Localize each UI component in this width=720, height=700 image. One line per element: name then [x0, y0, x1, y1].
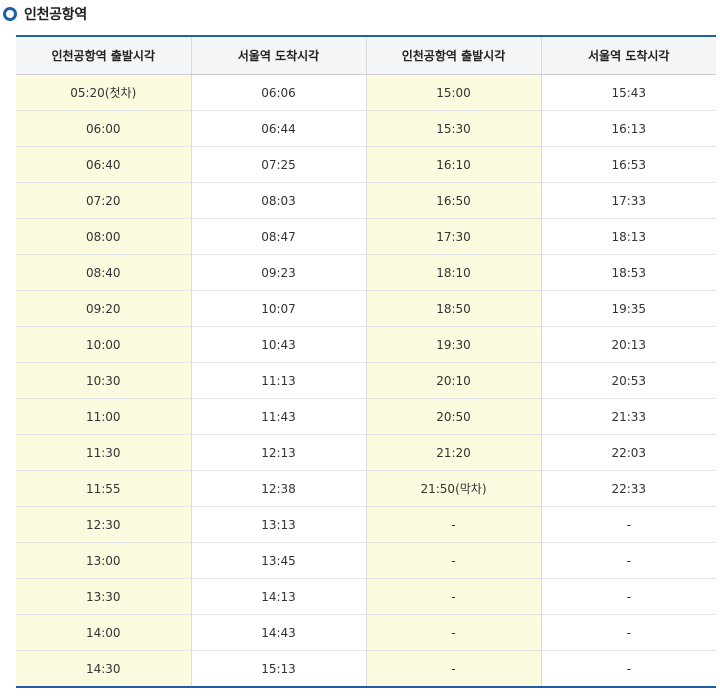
table-row: 14:00 14:43- - — [16, 614, 716, 651]
cell-incheon-departure: 15:30 — [365, 110, 541, 147]
cell-incheon-departure: 15:00 — [365, 74, 541, 111]
cell-seoul-arrival: 22:03 — [540, 434, 716, 471]
cell-incheon-departure: 21:20 — [365, 434, 541, 471]
cell-incheon-departure: 13:30 — [16, 578, 191, 615]
section-title: 인천공항역 — [24, 7, 87, 23]
cell-incheon-departure: - — [365, 542, 541, 579]
table-row: 10:00 10:43 19:30 20:13 — [16, 326, 716, 363]
cell-seoul-arrival: 22:33 — [540, 470, 716, 507]
cell-seoul-arrival: 14:43 — [190, 614, 366, 651]
cell-incheon-departure: 17:30 — [365, 218, 541, 255]
table-row: 05:20(첫차) 06:06 15:00 15:43 — [16, 74, 716, 111]
cell-seoul-arrival: - — [540, 614, 716, 651]
cell-incheon-departure: - — [365, 614, 541, 651]
cell-seoul-arrival: 13:13 — [190, 506, 366, 543]
cell-incheon-departure: - — [365, 650, 541, 687]
timetable-header: 인천공항역 출발시각 서울역 도착시각 인천공항역 출발시각 서울역 도착시각 — [16, 36, 716, 75]
cell-seoul-arrival: 20:53 — [540, 362, 716, 399]
cell-incheon-departure: 14:30 — [16, 650, 191, 687]
cell-seoul-arrival: 10:43 — [190, 326, 366, 363]
cell-incheon-departure: 07:20 — [16, 182, 191, 219]
cell-incheon-departure: 12:30 — [16, 506, 191, 543]
table-row: 06:00 06:44 15:30 16:13 — [16, 110, 716, 147]
cell-incheon-departure: 18:10 — [365, 254, 541, 291]
table-row: 12:30 13:13- - — [16, 506, 716, 543]
cell-seoul-arrival: - — [540, 650, 716, 687]
cell-seoul-arrival: 11:13 — [190, 362, 366, 399]
cell-incheon-departure: 18:50 — [365, 290, 541, 327]
cell-seoul-arrival: 15:43 — [540, 74, 716, 111]
cell-seoul-arrival: 12:13 — [190, 434, 366, 471]
cell-seoul-arrival: 09:23 — [190, 254, 366, 291]
cell-seoul-arrival: 08:03 — [190, 182, 366, 219]
cell-incheon-departure: 06:00 — [16, 110, 191, 147]
cell-incheon-departure: 11:00 — [16, 398, 191, 435]
table-row: 08:00 08:47 17:30 18:13 — [16, 218, 716, 255]
cell-seoul-arrival: - — [540, 542, 716, 579]
cell-incheon-departure: 16:50 — [365, 182, 541, 219]
cell-incheon-departure: 06:40 — [16, 146, 191, 183]
table-row: 11:55 12:38 21:50(막차) 22:33 — [16, 470, 716, 507]
cell-seoul-arrival: 16:13 — [540, 110, 716, 147]
cell-seoul-arrival: 17:33 — [540, 182, 716, 219]
cell-seoul-arrival: 18:53 — [540, 254, 716, 291]
cell-seoul-arrival: 11:43 — [190, 398, 366, 435]
table-row: 13:00 13:45- - — [16, 542, 716, 579]
section-heading: 인천공항역 — [3, 3, 87, 25]
cell-seoul-arrival: - — [540, 578, 716, 615]
cell-incheon-departure: 08:40 — [16, 254, 191, 291]
cell-seoul-arrival: 18:13 — [540, 218, 716, 255]
cell-incheon-departure: 08:00 — [16, 218, 191, 255]
cell-incheon-departure: 19:30 — [365, 326, 541, 363]
cell-incheon-departure: 10:00 — [16, 326, 191, 363]
table-row: 13:30 14:13- - — [16, 578, 716, 615]
cell-incheon-departure: 13:00 — [16, 542, 191, 579]
cell-incheon-departure: 20:50 — [365, 398, 541, 435]
cell-seoul-arrival: 08:47 — [190, 218, 366, 255]
header-row: 인천공항역 출발시각 서울역 도착시각 인천공항역 출발시각 서울역 도착시각 — [16, 36, 716, 75]
table-row: 11:00 11:43 20:50 21:33 — [16, 398, 716, 435]
cell-incheon-departure: 11:30 — [16, 434, 191, 471]
cell-incheon-departure: 09:20 — [16, 290, 191, 327]
table-row: 10:30 11:13 20:10 20:53 — [16, 362, 716, 399]
cell-seoul-arrival: 10:07 — [190, 290, 366, 327]
cell-seoul-arrival: 13:45 — [190, 542, 366, 579]
timetable: 인천공항역 출발시각 서울역 도착시각 인천공항역 출발시각 서울역 도착시각 … — [16, 35, 716, 688]
table-row: 08:40 09:23 18:10 18:53 — [16, 254, 716, 291]
cell-seoul-arrival: 15:13 — [190, 650, 366, 687]
cell-incheon-departure: - — [365, 578, 541, 615]
cell-seoul-arrival: 14:13 — [190, 578, 366, 615]
cell-seoul-arrival: 20:13 — [540, 326, 716, 363]
cell-seoul-arrival: 12:38 — [190, 470, 366, 507]
table-row: 14:30 15:13- - — [16, 650, 716, 687]
cell-seoul-arrival: 21:33 — [540, 398, 716, 435]
cell-seoul-arrival: 16:53 — [540, 146, 716, 183]
cell-incheon-departure: - — [365, 506, 541, 543]
cell-incheon-departure: 05:20(첫차) — [16, 74, 191, 111]
cell-seoul-arrival: 07:25 — [190, 146, 366, 183]
cell-seoul-arrival: 06:06 — [190, 74, 366, 111]
cell-incheon-departure: 21:50(막차) — [365, 470, 541, 507]
cell-incheon-departure: 14:00 — [16, 614, 191, 651]
cell-seoul-arrival: 19:35 — [540, 290, 716, 327]
cell-seoul-arrival: 06:44 — [190, 110, 366, 147]
cell-seoul-arrival: - — [540, 506, 716, 543]
header-seoul-arrival-1: 서울역 도착시각 — [190, 36, 366, 75]
timetable-body: 05:20(첫차) 06:06 15:00 15:43 06:00 06:44 15:30 1… — [16, 74, 716, 687]
circle-bullet-icon — [3, 7, 17, 21]
cell-incheon-departure: 11:55 — [16, 470, 191, 507]
header-incheon-departure-2: 인천공항역 출발시각 — [365, 36, 541, 75]
header-incheon-departure-1: 인천공항역 출발시각 — [16, 36, 191, 75]
cell-incheon-departure: 20:10 — [365, 362, 541, 399]
table-row: 09:20 10:07 18:50 19:35 — [16, 290, 716, 327]
table-row: 11:30 12:13 21:20 22:03 — [16, 434, 716, 471]
cell-incheon-departure: 10:30 — [16, 362, 191, 399]
header-seoul-arrival-2: 서울역 도착시각 — [540, 36, 716, 75]
table-row: 07:20 08:03 16:50 17:33 — [16, 182, 716, 219]
table-row: 06:40 07:25 16:10 16:53 — [16, 146, 716, 183]
cell-incheon-departure: 16:10 — [365, 146, 541, 183]
